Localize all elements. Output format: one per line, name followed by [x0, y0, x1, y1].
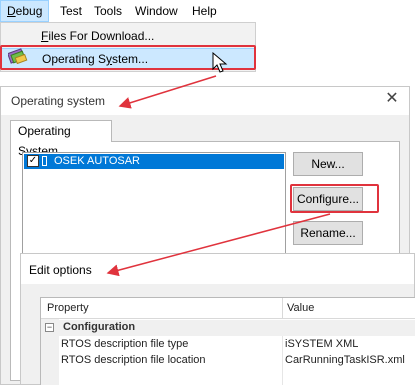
menu-window[interactable]: Window: [129, 0, 184, 22]
dialog-titlebar: Edit options: [21, 254, 414, 284]
menu-item-files-for-download[interactable]: Files For Download...: [1, 25, 255, 47]
category-row[interactable]: − Configuration: [41, 320, 415, 336]
column-divider: [282, 336, 283, 385]
new-button[interactable]: New...: [293, 152, 363, 176]
annotation-highlight-configure: [290, 184, 379, 213]
column-header-property[interactable]: Property: [47, 302, 89, 314]
collapse-icon[interactable]: −: [45, 323, 54, 332]
dialog-title: Edit options: [29, 263, 92, 277]
column-header-value[interactable]: Value: [287, 302, 314, 314]
rename-button[interactable]: Rename...: [293, 221, 363, 245]
list-item-osek-autosar[interactable]: ✓ OSEK AUTOSAR: [24, 154, 284, 169]
table-row[interactable]: RTOS description file type iSYSTEM XML: [59, 336, 415, 352]
column-divider[interactable]: [282, 298, 283, 319]
grid-header: Property Value: [41, 298, 415, 319]
menu-help[interactable]: Help: [186, 0, 223, 22]
menu-tools[interactable]: Tools: [88, 0, 128, 22]
menu-bar: Debug Test Tools Window Help: [0, 0, 415, 22]
edit-options-dialog: Edit options Property Value − Configurat…: [20, 253, 415, 385]
menu-debug[interactable]: Debug: [0, 0, 50, 22]
dialog-title: Operating system: [11, 94, 106, 108]
tab-operating-system[interactable]: Operating System: [10, 120, 112, 158]
property-grid[interactable]: Property Value − Configuration RTOS desc…: [40, 297, 415, 385]
close-icon[interactable]: ✕: [385, 91, 399, 107]
menu-test[interactable]: Test: [54, 0, 88, 22]
item-icon: [42, 156, 47, 166]
dialog-titlebar: Operating system ✕: [1, 87, 409, 115]
table-row[interactable]: RTOS description file location CarRunnin…: [59, 352, 415, 368]
mouse-cursor-icon: [212, 52, 228, 73]
checkbox[interactable]: ✓: [27, 155, 39, 167]
